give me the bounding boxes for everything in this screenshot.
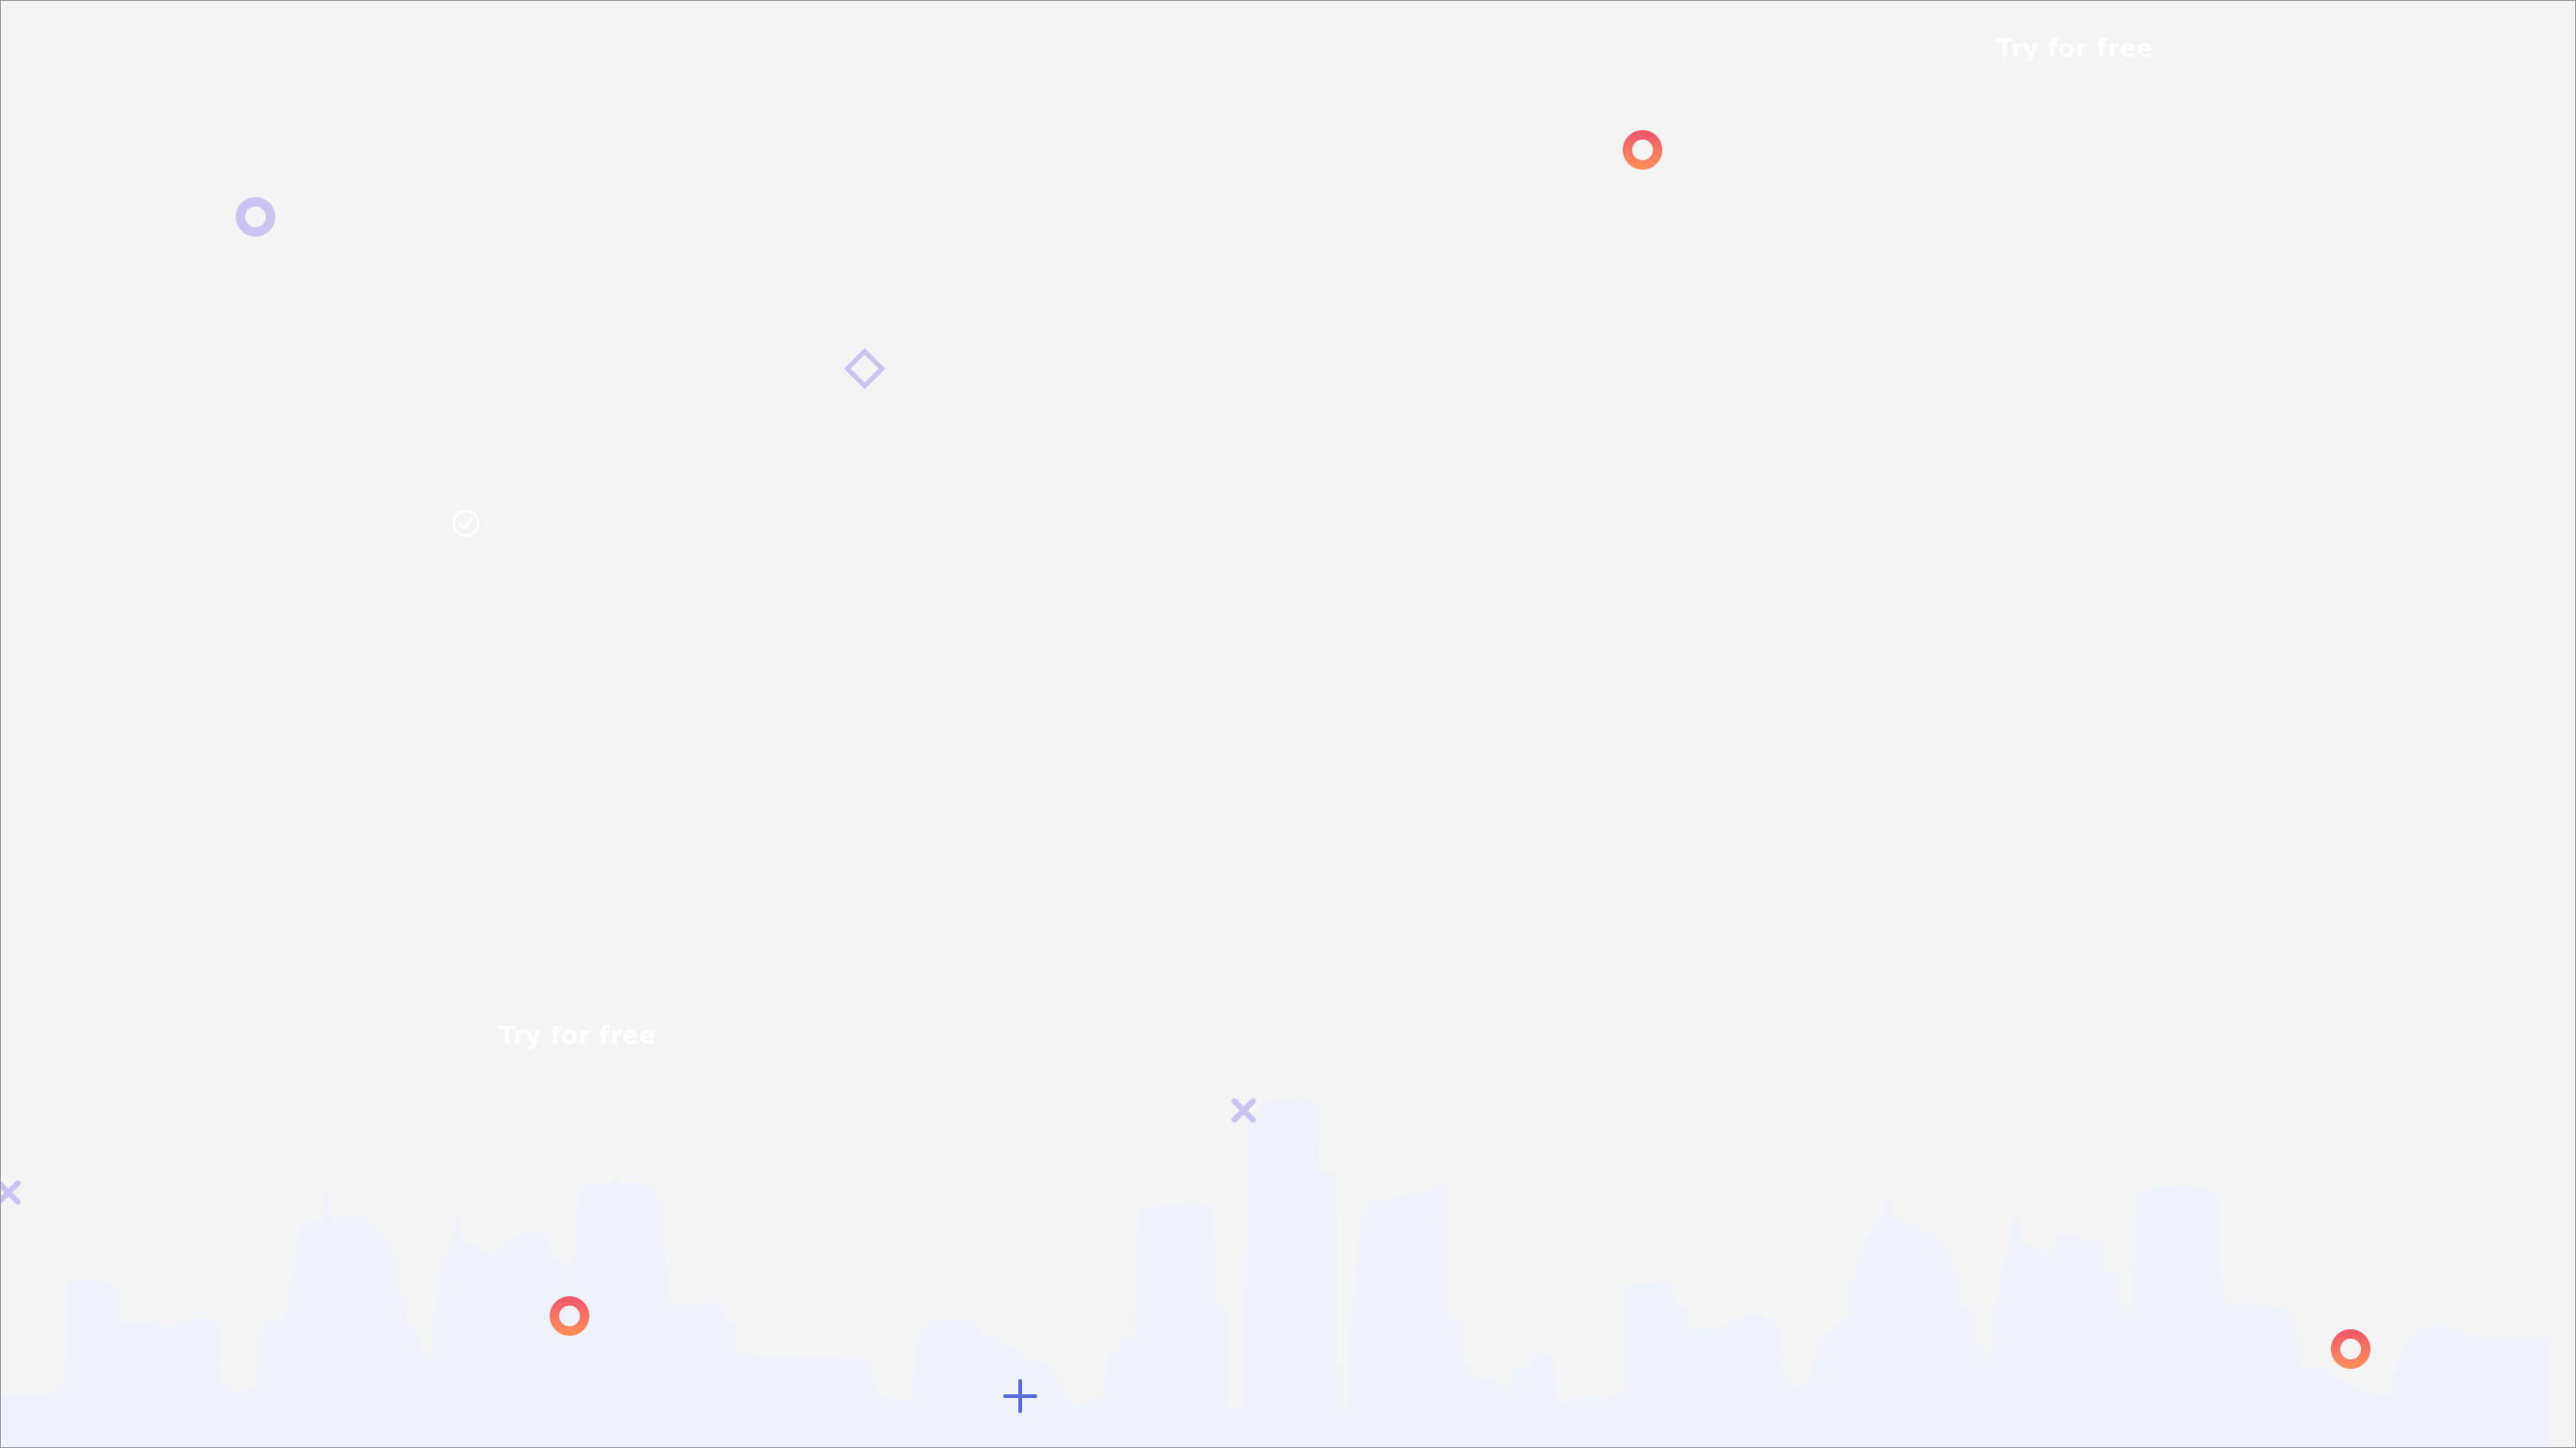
check-circle-icon bbox=[452, 509, 480, 537]
cross-icon bbox=[1, 1180, 21, 1205]
diamond-icon bbox=[844, 348, 885, 389]
cross-icon bbox=[1231, 1098, 1256, 1123]
try-for-free-button[interactable]: Try for free bbox=[1996, 35, 2154, 63]
ring-purple-icon bbox=[236, 197, 275, 237]
plus-icon bbox=[1003, 1379, 1037, 1413]
ring-red-icon bbox=[1623, 130, 1662, 170]
page-canvas: Try for free Try for free bbox=[0, 0, 2576, 1448]
try-for-free-button[interactable]: Try for free bbox=[499, 1022, 656, 1050]
ring-red-icon bbox=[550, 1296, 589, 1336]
city-skyline bbox=[1, 1098, 2551, 1447]
ring-red-icon bbox=[2331, 1329, 2370, 1369]
